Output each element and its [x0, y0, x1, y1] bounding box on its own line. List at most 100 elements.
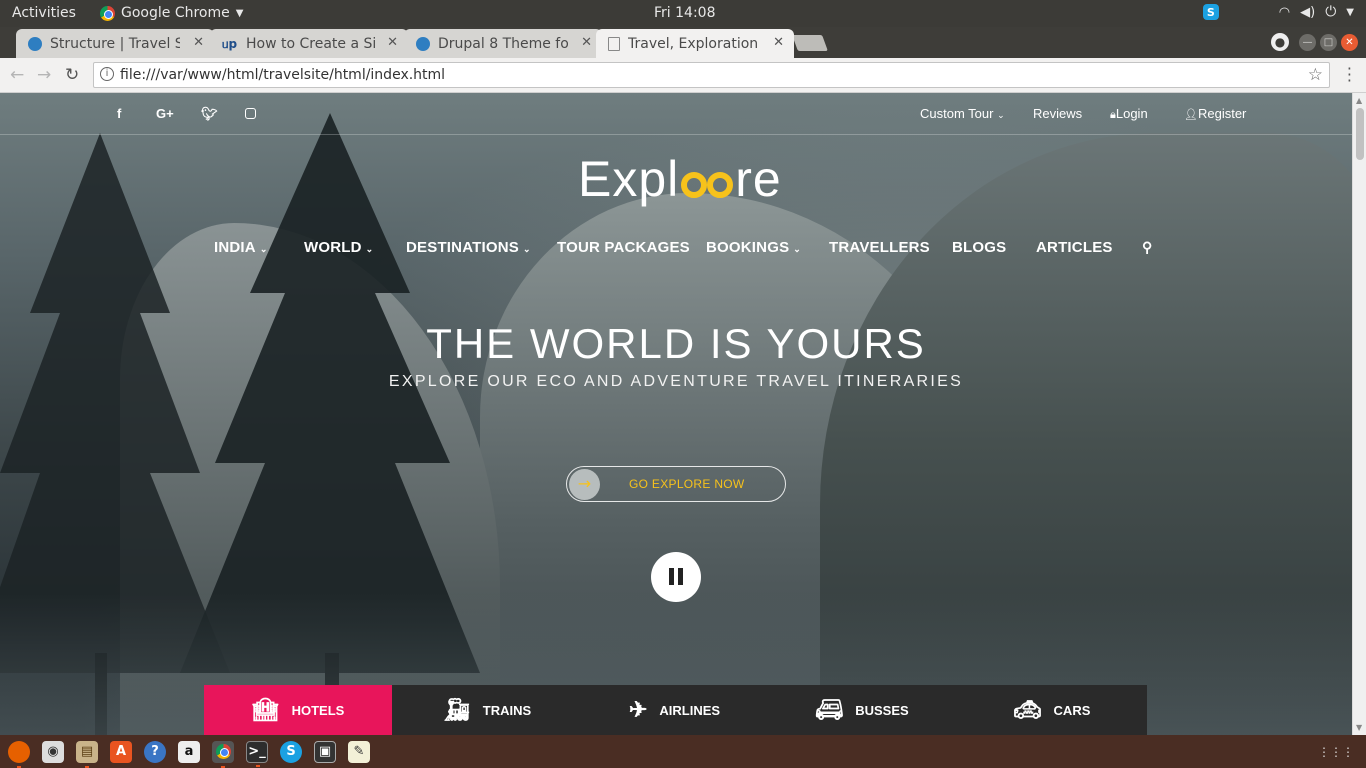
chevron-down-icon: ⌄	[259, 244, 268, 254]
site-logo[interactable]: Expl re	[578, 150, 782, 208]
chrome-icon	[100, 5, 115, 21]
amazon-icon[interactable]: a	[178, 740, 200, 763]
browser-toolbar: ← → ↻ i file:///var/www/html/travelsite/…	[0, 58, 1366, 93]
tab-title: Structure | Travel Si	[50, 35, 180, 52]
system-tray[interactable]: S ◠ ◀) ⏻ ▼	[1202, 4, 1354, 20]
custom-tour-label: Custom Tour	[920, 106, 994, 121]
ubuntu-dock: ◉ ▤ A ? a >_ S ▣ ✎ ⋮⋮⋮	[0, 735, 1366, 768]
forward-icon[interactable]: →	[37, 65, 51, 85]
browser-tab-active[interactable]: Travel, Exploration, ✕	[596, 29, 794, 58]
binoculars-logo-icon	[681, 160, 734, 198]
facebook-icon[interactable]: f	[117, 106, 121, 121]
back-icon[interactable]: ←	[10, 65, 24, 85]
custom-tour-link[interactable]: Custom Tour ⌄	[920, 106, 1005, 121]
help-icon[interactable]: ?	[144, 740, 166, 763]
tab-label: AIRLINES	[659, 702, 721, 718]
tab-strip: Structure | Travel Si ✕ ᥙp How to Create…	[0, 27, 1366, 58]
chevron-down-icon: ⌄	[522, 244, 531, 254]
power-icon[interactable]: ⏻	[1325, 4, 1336, 20]
scrollbar-thumb[interactable]	[1356, 108, 1364, 160]
show-apps-icon[interactable]: ⋮⋮⋮	[1318, 745, 1354, 759]
activities-button[interactable]: Activities	[12, 5, 76, 21]
register-label: Register	[1197, 106, 1247, 121]
instagram-icon[interactable]	[245, 108, 256, 119]
login-link[interactable]: 🔒︎Login	[1110, 106, 1148, 122]
files-icon[interactable]: ▤	[76, 740, 98, 768]
google-plus-icon[interactable]: G+	[156, 106, 174, 121]
go-explore-button[interactable]: → GO EXPLORE NOW	[566, 466, 786, 502]
search-icon[interactable]: ⚲	[1142, 239, 1152, 256]
chevron-down-icon[interactable]: ▼	[1346, 7, 1354, 18]
volume-icon[interactable]: ◀)	[1300, 5, 1315, 20]
nav-item-bookings[interactable]: BOOKINGS ⌄	[706, 239, 801, 256]
nav-item-articles[interactable]: ARTICLES	[1036, 239, 1113, 256]
close-tab-icon[interactable]: ✕	[387, 35, 398, 50]
chevron-down-icon: ⌄	[997, 110, 1005, 120]
browser-tab[interactable]: ᥙp How to Create a Sim ✕	[210, 29, 408, 58]
close-tab-icon[interactable]: ✕	[773, 35, 784, 50]
car-icon: 🚕︎	[1013, 697, 1042, 722]
twitter-icon[interactable]: 🐦︎	[201, 106, 218, 122]
page-scrollbar[interactable]: ▲ ▼	[1352, 93, 1366, 735]
new-tab-button[interactable]	[792, 35, 828, 51]
software-center-icon[interactable]: A	[110, 740, 132, 763]
tab-title: Travel, Exploration,	[628, 35, 758, 52]
tab-title: How to Create a Sim	[246, 35, 376, 52]
info-icon[interactable]: i	[100, 67, 114, 81]
logo-text-suffix: re	[735, 151, 782, 207]
tab-label: BUSSES	[855, 702, 909, 718]
clock[interactable]: Fri 14:08	[654, 5, 715, 21]
terminal-icon[interactable]: >_	[246, 740, 268, 767]
page-favicon-icon	[608, 36, 620, 51]
hero-subtitle: EXPLORE OUR ECO AND ADVENTURE TRAVEL ITI…	[388, 373, 964, 390]
nav-item-blogs[interactable]: BLOGS	[952, 239, 1006, 256]
chrome-menu-icon[interactable]: · · ·	[1347, 61, 1352, 89]
chrome-dock-icon[interactable]	[212, 740, 234, 768]
disk-icon[interactable]: ◉	[42, 740, 64, 763]
pause-video-button[interactable]	[651, 552, 701, 602]
tab-title: Drupal 8 Theme fol	[438, 35, 568, 52]
tab-busses[interactable]: 🚐︎ BUSSES	[767, 685, 957, 735]
tab-airlines[interactable]: ✈︎ AIRLINES	[582, 685, 767, 735]
wifi-icon[interactable]: ◠	[1279, 5, 1290, 20]
url-text: file:///var/www/html/travelsite/html/ind…	[120, 67, 446, 83]
close-tab-icon[interactable]: ✕	[581, 35, 592, 50]
skype-tray-icon[interactable]: S	[1202, 4, 1219, 20]
nav-item-india[interactable]: INDIA ⌄	[214, 239, 268, 256]
skype-icon[interactable]: S	[280, 740, 302, 763]
nav-label: WORLD	[304, 239, 362, 256]
arrow-right-icon: →	[569, 469, 600, 500]
maximize-button[interactable]: □	[1320, 33, 1337, 51]
nav-label: INDIA	[214, 239, 256, 256]
app-menu[interactable]: Google Chrome ▼	[100, 5, 243, 21]
screenshot-icon[interactable]: ▣	[314, 740, 336, 763]
address-bar[interactable]: i file:///var/www/html/travelsite/html/i…	[93, 62, 1330, 88]
tab-label: TRAINS	[482, 702, 532, 718]
nav-item-tour-packages[interactable]: TOUR PACKAGES	[557, 239, 690, 256]
drupal-favicon-icon	[28, 36, 42, 51]
minimize-button[interactable]: —	[1299, 33, 1316, 51]
airplane-icon: ✈︎	[628, 697, 648, 722]
scroll-up-icon[interactable]: ▲	[1356, 96, 1362, 105]
tab-trains[interactable]: 🚂︎ TRAINS	[392, 685, 582, 735]
chevron-down-icon: ⌄	[793, 244, 802, 254]
tab-hotels[interactable]: 🏨︎ HOTELS	[204, 685, 392, 735]
browser-tab[interactable]: Drupal 8 Theme fol ✕	[404, 29, 602, 58]
close-tab-icon[interactable]: ✕	[193, 35, 204, 50]
tab-cars[interactable]: 🚕︎ CARS	[957, 685, 1147, 735]
scroll-down-icon[interactable]: ▼	[1356, 723, 1362, 732]
browser-tab[interactable]: Structure | Travel Si ✕	[16, 29, 214, 58]
reviews-link[interactable]: Reviews	[1033, 106, 1082, 121]
profile-icon[interactable]: ●	[1271, 33, 1289, 51]
reload-icon[interactable]: ↻	[65, 65, 79, 85]
tab-label: CARS	[1053, 702, 1091, 718]
register-link[interactable]: 👤︎Register	[1184, 106, 1246, 121]
nav-item-destinations[interactable]: DESTINATIONS ⌄	[406, 239, 531, 256]
text-editor-icon[interactable]: ✎	[348, 740, 370, 763]
close-window-button[interactable]: ✕	[1341, 33, 1358, 51]
bus-icon: 🚐︎	[815, 697, 844, 722]
nav-item-travellers[interactable]: TRAVELLERS	[829, 239, 930, 256]
nav-item-world[interactable]: WORLD ⌄	[304, 239, 373, 256]
bookmark-star-icon[interactable]: ☆	[1308, 63, 1323, 87]
firefox-icon[interactable]	[8, 740, 30, 768]
